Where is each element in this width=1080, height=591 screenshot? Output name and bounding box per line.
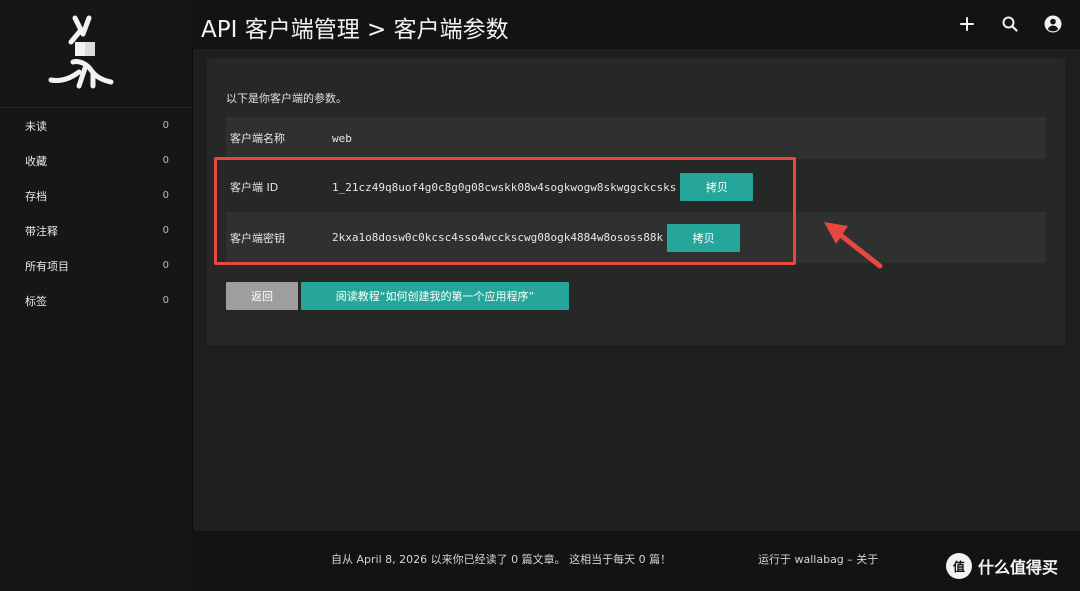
copy-client-id-button[interactable]: 拷贝: [680, 173, 754, 201]
sidebar-item-count: 0: [162, 225, 169, 236]
sidebar-item-annotated[interactable]: 带注释 0: [0, 213, 192, 248]
sidebar-item-count: 0: [162, 155, 169, 166]
client-name-value: web: [332, 131, 352, 145]
client-secret-value[interactable]: 2kxa1o8dosw0c0kcsc4sso4wcckscwg08ogk4884…: [332, 231, 663, 244]
top-bar: API 客户端管理 > 客户端参数: [192, 0, 1080, 49]
read-tutorial-button[interactable]: 阅读教程“如何创建我的第一个应用程序”: [301, 282, 569, 310]
page-title: API 客户端管理 > 客户端参数: [201, 17, 509, 43]
sidebar-item-label: 收藏: [25, 154, 47, 168]
watermark: 值 什么值得买: [946, 553, 1058, 579]
sidebar-item-unread[interactable]: 未读 0: [0, 108, 192, 143]
wallabag-logo-icon[interactable]: [45, 12, 121, 92]
sidebar-item-count: 0: [162, 260, 169, 271]
client-secret-row: 客户端密钥 2kxa1o8dosw0c0kcsc4sso4wcckscwg08o…: [226, 212, 1046, 263]
sidebar-item-label: 未读: [25, 119, 47, 133]
sidebar-item-starred[interactable]: 收藏 0: [0, 143, 192, 178]
powered-by-link[interactable]: 运行于 wallabag – 关于: [758, 551, 878, 567]
sidebar-item-tags[interactable]: 标签 0: [0, 283, 192, 318]
watermark-badge-icon: 值: [946, 553, 972, 579]
watermark-text: 什么值得买: [978, 558, 1059, 577]
account-icon[interactable]: [1043, 14, 1063, 34]
client-id-label: 客户端 ID: [230, 181, 279, 194]
sidebar-item-label: 标签: [25, 294, 47, 308]
back-button[interactable]: 返回: [226, 282, 298, 310]
client-name-row: 客户端名称 web: [226, 117, 1046, 159]
copy-client-secret-button[interactable]: 拷贝: [667, 223, 741, 252]
client-parameters-card: 以下是你客户端的参数。 客户端名称 web 客户端 ID 1_21cz49q8u…: [207, 58, 1065, 345]
client-id-row: 客户端 ID 1_21cz49q8uof4g0c8g0g08cwskk08w4s…: [226, 162, 1046, 212]
client-name-label: 客户端名称: [230, 132, 285, 145]
sidebar-item-label: 带注释: [25, 224, 58, 238]
sidebar-item-count: 0: [162, 120, 169, 131]
sidebar-item-all[interactable]: 所有项目 0: [0, 248, 192, 283]
search-icon[interactable]: [1000, 14, 1020, 34]
plus-icon[interactable]: [957, 14, 977, 34]
reading-stats: 自从 April 8, 2026 以来你已经读了 0 篇文章。 这相当于每天 0…: [331, 553, 672, 566]
client-secret-label: 客户端密钥: [230, 231, 285, 245]
client-id-value[interactable]: 1_21cz49q8uof4g0c8g0g08cwskk08w4sogkwogw…: [332, 181, 676, 194]
sidebar-item-label: 存档: [25, 189, 47, 203]
sidebar-item-count: 0: [162, 295, 169, 306]
sidebar-item-count: 0: [162, 190, 169, 201]
sidebar-item-label: 所有项目: [25, 259, 69, 273]
intro-text: 以下是你客户端的参数。: [226, 92, 347, 105]
sidebar: 未读 0 收藏 0 存档 0 带注释 0 所有项目 0 标签 0: [0, 0, 193, 591]
sidebar-item-archive[interactable]: 存档 0: [0, 178, 192, 213]
